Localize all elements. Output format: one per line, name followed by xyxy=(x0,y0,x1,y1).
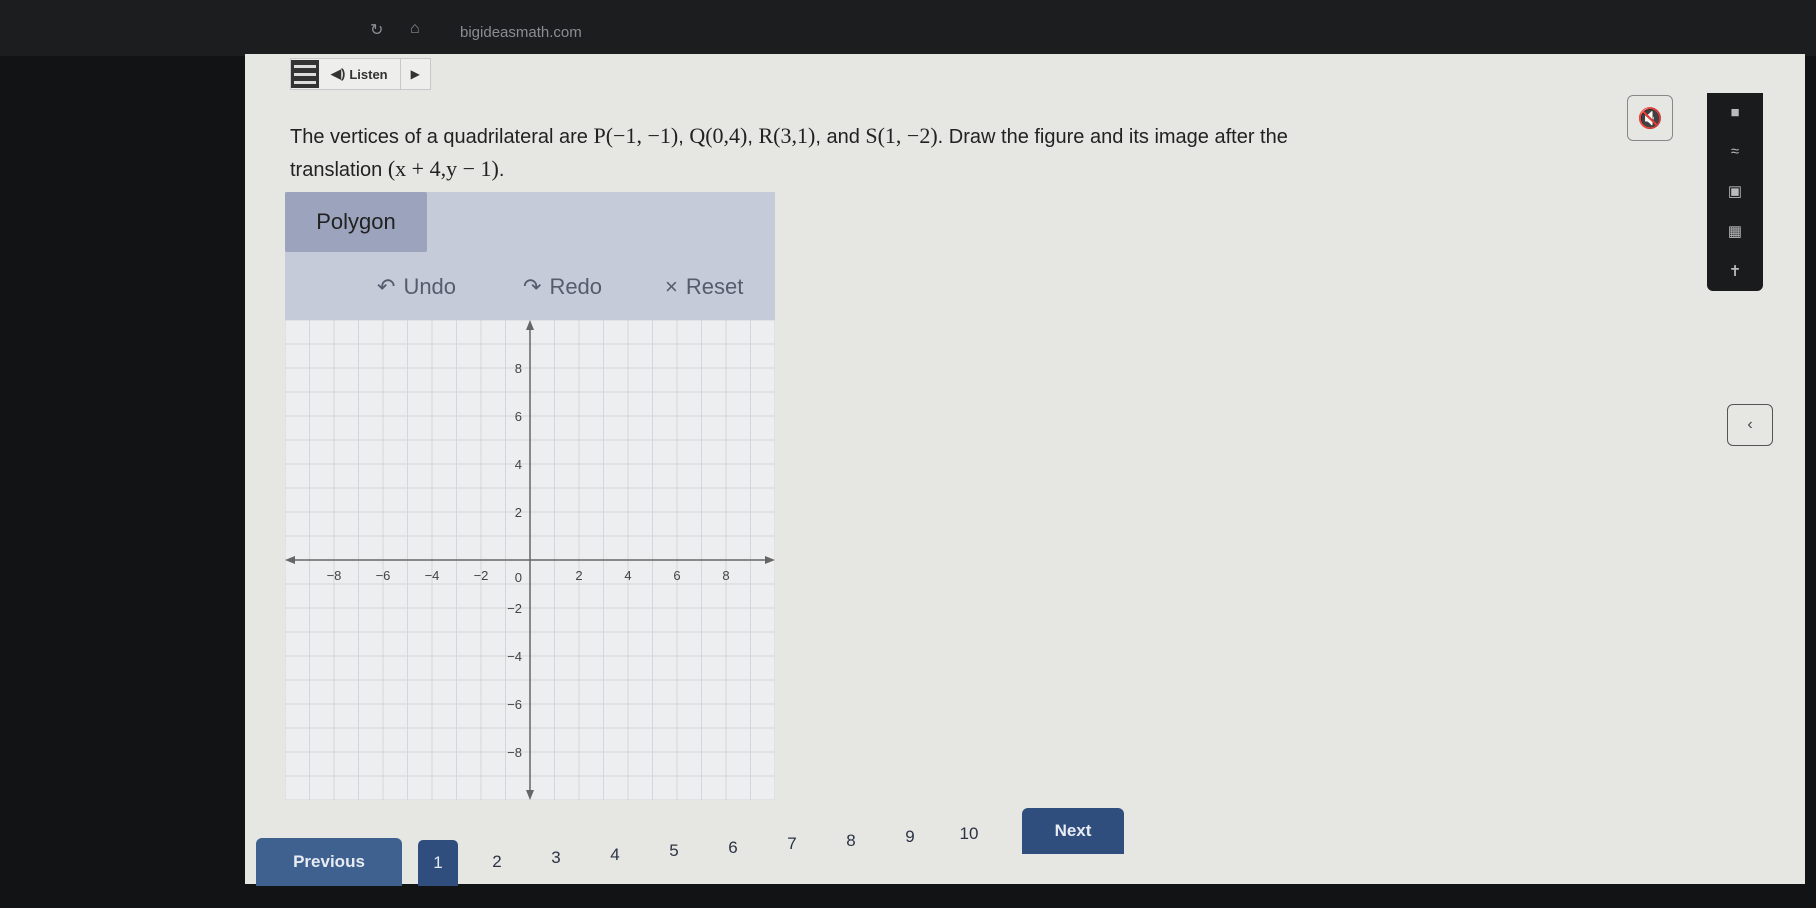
y-tick-label: 8 xyxy=(515,361,522,376)
speaker-icon: ◀) xyxy=(331,66,346,81)
page-9-button[interactable]: 9 xyxy=(890,827,930,847)
next-button[interactable]: Next xyxy=(1022,808,1124,854)
y-tick-label: −2 xyxy=(507,601,522,616)
reset-button[interactable]: × Reset xyxy=(665,274,743,300)
page-1-button[interactable]: 1 xyxy=(418,840,458,886)
page-6-button[interactable]: 6 xyxy=(713,838,753,858)
page-10-button[interactable]: 10 xyxy=(949,824,989,844)
calculator-icon[interactable]: ≈ xyxy=(1731,143,1739,160)
menu-icon[interactable] xyxy=(291,60,319,88)
home-icon[interactable]: ⌂ xyxy=(410,20,420,38)
x-tick-label: 8 xyxy=(722,568,729,583)
close-icon: × xyxy=(665,274,678,299)
page-5-button[interactable]: 5 xyxy=(654,841,694,861)
page-7-button[interactable]: 7 xyxy=(772,834,812,854)
y-tick-label: 4 xyxy=(515,457,522,472)
page-4-button[interactable]: 4 xyxy=(595,845,635,865)
x-axis-arrow-right xyxy=(765,556,775,564)
previous-button[interactable]: Previous xyxy=(256,838,402,886)
x-tick-label: 2 xyxy=(575,568,582,583)
x-tick-label: −4 xyxy=(425,568,440,583)
coordinate-grid[interactable]: −8 −6 −4 −2 2 4 6 8 8 6 4 2 −2 −4 −6 −8 0 xyxy=(284,319,776,801)
listen-button[interactable]: ◀) Listen xyxy=(319,59,401,89)
address-bar[interactable]: bigideasmath.com xyxy=(460,24,582,41)
graph-toolbar: Polygon ↶ Undo ↷ Redo × Reset xyxy=(285,192,775,320)
page-2-button[interactable]: 2 xyxy=(477,852,517,872)
y-tick-label: −4 xyxy=(507,649,522,664)
question-text: The vertices of a quadrilateral are P(−1… xyxy=(290,123,1288,181)
right-sidebar: ■ ≈ ▣ ▦ ✝ xyxy=(1707,93,1763,291)
notepad-icon[interactable]: ▣ xyxy=(1728,182,1742,200)
mute-icon: 🔇 xyxy=(1637,107,1663,130)
y-axis-arrow-up xyxy=(526,320,534,330)
accessibility-icon[interactable]: ✝ xyxy=(1729,262,1742,280)
polygon-tool-button[interactable]: Polygon xyxy=(285,192,427,252)
page-3-button[interactable]: 3 xyxy=(536,848,576,868)
reload-icon[interactable]: ↻ xyxy=(370,20,383,40)
y-tick-label: −8 xyxy=(507,745,522,760)
redo-icon: ↷ xyxy=(523,274,542,299)
y-axis-arrow-down xyxy=(526,790,534,800)
square-icon[interactable]: ■ xyxy=(1730,104,1739,121)
play-button[interactable]: ▶ xyxy=(401,67,430,81)
mute-button[interactable]: 🔇 xyxy=(1627,95,1673,141)
origin-label: 0 xyxy=(515,570,522,585)
chevron-left-icon: ‹ xyxy=(1747,416,1753,433)
x-axis-arrow-left xyxy=(285,556,295,564)
y-tick-label: −6 xyxy=(507,697,522,712)
undo-button[interactable]: ↶ Undo xyxy=(377,274,456,300)
listen-toolbar: ◀) Listen ▶ xyxy=(290,58,431,90)
grid-svg[interactable]: −8 −6 −4 −2 2 4 6 8 8 6 4 2 −2 −4 −6 −8 0 xyxy=(284,319,776,801)
browser-bar: ↻ ⌂ bigideasmath.com xyxy=(0,0,1816,56)
x-tick-label: 6 xyxy=(673,568,680,583)
y-tick-label: 6 xyxy=(515,409,522,424)
calendar-icon[interactable]: ▦ xyxy=(1728,222,1742,240)
x-tick-label: −6 xyxy=(376,568,391,583)
undo-icon: ↶ xyxy=(377,274,396,299)
redo-button[interactable]: ↷ Redo xyxy=(523,274,602,300)
x-tick-label: −8 xyxy=(327,568,342,583)
x-tick-label: 4 xyxy=(624,568,631,583)
y-tick-label: 2 xyxy=(515,505,522,520)
page-8-button[interactable]: 8 xyxy=(831,831,871,851)
collapse-panel-button[interactable]: ‹ xyxy=(1727,404,1773,446)
x-tick-label: −2 xyxy=(474,568,489,583)
